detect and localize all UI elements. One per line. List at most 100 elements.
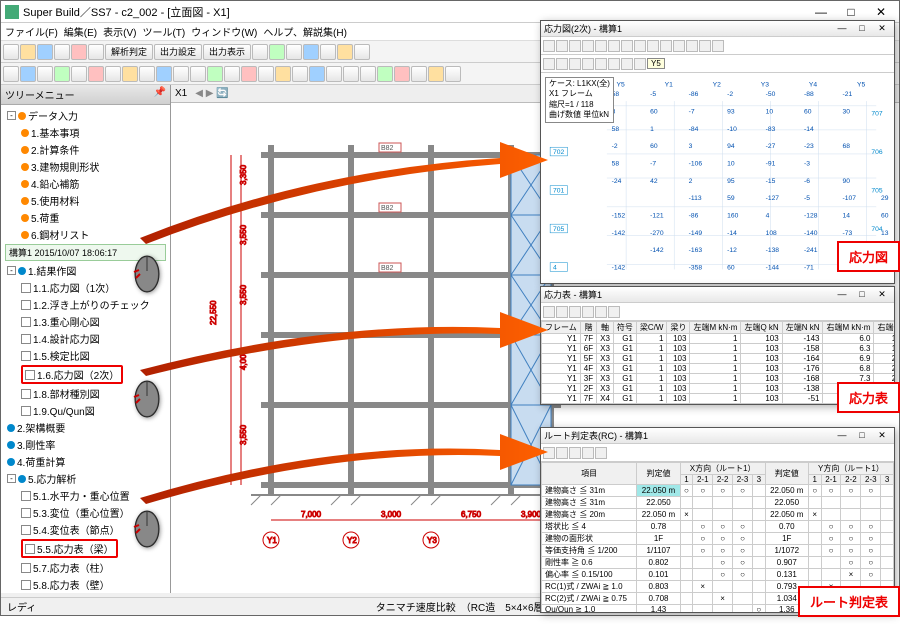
tb-shutsuryokusettei[interactable]: 出力設定 xyxy=(154,44,202,60)
tb-shutsuryokuhyoji[interactable]: 出力表示 xyxy=(203,44,251,60)
mini-tb[interactable] xyxy=(621,58,633,70)
tree-item[interactable]: 5.荷重 xyxy=(3,209,168,226)
mini-tb[interactable] xyxy=(686,40,698,52)
mini-tb[interactable] xyxy=(543,40,555,52)
tree-item[interactable]: 5.7.応力表（柱） xyxy=(3,559,168,576)
canvas-tab[interactable]: X1 xyxy=(175,88,187,99)
max-icon[interactable]: □ xyxy=(853,23,871,35)
tree-item[interactable]: 6.鋼材リスト xyxy=(3,226,168,243)
tb-icon[interactable] xyxy=(156,66,172,82)
tree-item[interactable]: 5.8.応力表（壁） xyxy=(3,576,168,593)
close-icon[interactable]: ✕ xyxy=(873,23,891,35)
tb-icon[interactable] xyxy=(258,66,274,82)
tree-item[interactable]: 2.架構概要 xyxy=(3,419,168,436)
menu-window[interactable]: ウィンドウ(W) xyxy=(191,24,257,39)
tb-icon[interactable] xyxy=(292,66,308,82)
tree-item[interactable]: 1.4.設計応力図 xyxy=(3,330,168,347)
mini-tb[interactable] xyxy=(556,58,568,70)
tree-node-kouryoku[interactable]: -5.応力解析 xyxy=(3,470,168,487)
tb-icon[interactable] xyxy=(252,44,268,60)
tree-item[interactable]: 1.基本事項 xyxy=(3,124,168,141)
mini-tb[interactable] xyxy=(660,40,672,52)
menu-tool[interactable]: ツール(T) xyxy=(142,24,185,39)
tb-icon[interactable] xyxy=(269,44,285,60)
mini-tb[interactable] xyxy=(595,58,607,70)
mini-tb[interactable] xyxy=(582,58,594,70)
close-icon[interactable]: ✕ xyxy=(873,430,891,442)
tb-zoom-icon[interactable] xyxy=(343,66,359,82)
menu-edit[interactable]: 編集(E) xyxy=(64,24,97,39)
tree-highlight-1[interactable]: 1.6.応力図（2次） xyxy=(3,364,168,385)
mini-tb[interactable] xyxy=(647,40,659,52)
maximize-button[interactable]: □ xyxy=(837,4,865,20)
tb-icon[interactable] xyxy=(286,44,302,60)
mini-tb[interactable] xyxy=(543,306,555,318)
mini-tb[interactable] xyxy=(543,58,555,70)
tb-icon[interactable] xyxy=(275,66,291,82)
tb-icon[interactable] xyxy=(88,66,104,82)
tb-icon[interactable] xyxy=(411,66,427,82)
mini-tb[interactable] xyxy=(712,40,724,52)
tree-item[interactable]: 1.1.応力図（1次） xyxy=(3,279,168,296)
tb-icon[interactable] xyxy=(20,44,36,60)
tb-icon[interactable] xyxy=(428,66,444,82)
mini-tb[interactable] xyxy=(673,40,685,52)
max-icon[interactable]: □ xyxy=(853,289,871,301)
tb-icon[interactable] xyxy=(3,44,19,60)
tb-icon[interactable] xyxy=(320,44,336,60)
tree-item[interactable]: 3.建物規則形状 xyxy=(3,158,168,175)
mini-tb[interactable] xyxy=(569,58,581,70)
tree-item[interactable]: 5.使用材料 xyxy=(3,192,168,209)
mini-tb[interactable] xyxy=(556,40,568,52)
tree-item[interactable]: 4.荷重計算 xyxy=(3,453,168,470)
mini-tb[interactable] xyxy=(582,306,594,318)
mini-tb[interactable] xyxy=(621,40,633,52)
tb-icon[interactable] xyxy=(337,44,353,60)
tree-item[interactable]: 5.1.水平力・重心位置 xyxy=(3,487,168,504)
tb-icon[interactable] xyxy=(88,44,104,60)
tree-item[interactable]: 5.4.変位表（節点） xyxy=(3,521,168,538)
tb-icon[interactable] xyxy=(105,66,121,82)
mini-tb[interactable] xyxy=(569,40,581,52)
mini-tb[interactable] xyxy=(569,306,581,318)
tb-icon[interactable] xyxy=(303,44,319,60)
menu-file[interactable]: ファイル(F) xyxy=(5,24,58,39)
mini-tb[interactable] xyxy=(595,40,607,52)
mini-tb[interactable] xyxy=(595,306,607,318)
tb-icon[interactable] xyxy=(377,66,393,82)
menu-help[interactable]: ヘルプ、解説集(H) xyxy=(263,24,347,39)
tb-icon[interactable] xyxy=(445,66,461,82)
tree-body[interactable]: -データ入力 1.基本事項2.計算条件3.建物規則形状4.鉛心補筋5.使用材料5… xyxy=(1,105,170,593)
tb-icon[interactable] xyxy=(173,66,189,82)
tb-icon[interactable] xyxy=(37,44,53,60)
mini-tb[interactable] xyxy=(582,40,594,52)
tb-icon[interactable] xyxy=(224,66,240,82)
menu-view[interactable]: 表示(V) xyxy=(103,24,136,39)
tb-icon[interactable] xyxy=(37,66,53,82)
tree-item[interactable]: 5.3.変位（重心位置） xyxy=(3,504,168,521)
tb-icon[interactable] xyxy=(326,66,342,82)
tb-kaisekijudge[interactable]: 解析判定 xyxy=(105,44,153,60)
mini-tb[interactable] xyxy=(556,306,568,318)
mini-tb[interactable] xyxy=(569,447,581,459)
tree-item[interactable]: 1.3.重心剛心図 xyxy=(3,313,168,330)
tb-icon[interactable] xyxy=(54,44,70,60)
mini-tb[interactable] xyxy=(634,58,646,70)
tree-item[interactable]: 1.9.Qu/Qun図 xyxy=(3,402,168,419)
mini-tb[interactable] xyxy=(608,40,620,52)
tb-icon[interactable] xyxy=(241,66,257,82)
mini-tb[interactable] xyxy=(608,58,620,70)
tree-pin-icon[interactable]: 📌 xyxy=(154,87,166,102)
tb-icon[interactable] xyxy=(139,66,155,82)
max-icon[interactable]: □ xyxy=(853,430,871,442)
min-icon[interactable]: — xyxy=(833,430,851,442)
tb-icon[interactable] xyxy=(122,66,138,82)
close-button[interactable]: ✕ xyxy=(867,4,895,20)
tree-node-kekka[interactable]: -1.結果作図 xyxy=(3,262,168,279)
mini-tb[interactable] xyxy=(595,447,607,459)
tb-icon[interactable] xyxy=(207,66,223,82)
tb-icon[interactable] xyxy=(71,66,87,82)
tb-icon[interactable] xyxy=(394,66,410,82)
tree-item[interactable]: 3.剛性率 xyxy=(3,436,168,453)
mini-tb[interactable] xyxy=(582,447,594,459)
